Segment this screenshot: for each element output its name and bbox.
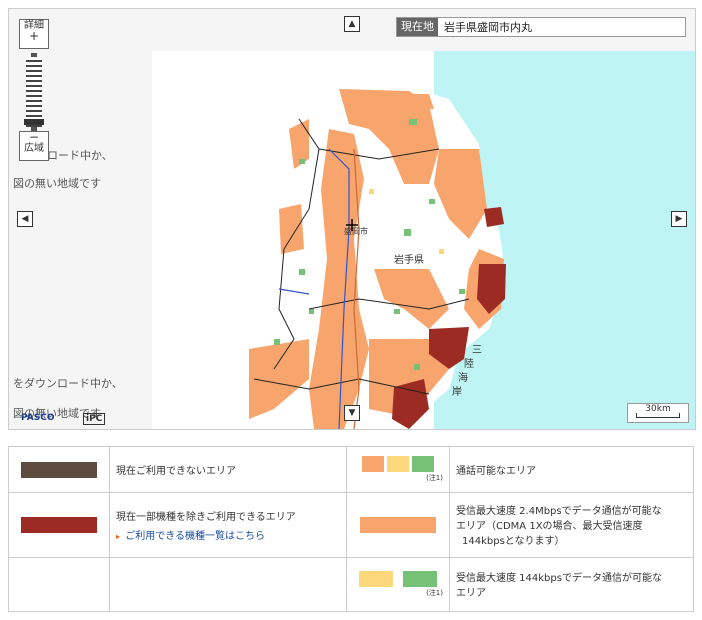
- zoom-in-button[interactable]: 詳細 +: [19, 19, 49, 49]
- legend-row-3: (注1) 受信最大速度 144kbpsでデータ通信が可能な エリア: [8, 556, 694, 613]
- note-2: (注1): [426, 588, 443, 597]
- nodata-text-2: 図の無い地域です: [13, 177, 101, 190]
- legend-swatch-cell: (注1): [346, 556, 450, 613]
- city-label: 盛岡市: [344, 227, 368, 236]
- triangle-up-icon: ▲: [348, 19, 356, 29]
- coast-label-3: 海: [458, 373, 468, 384]
- model-list-link-row[interactable]: ▸ ご利用できる機種一覧はこちら: [116, 527, 340, 542]
- legend-swatch-cell: [8, 492, 110, 558]
- ipc-logo: iPC: [83, 413, 106, 425]
- legend-swatch-cell: [346, 492, 450, 558]
- prefecture-label: 岩手県: [394, 255, 424, 266]
- scale-bar: [636, 413, 680, 418]
- zoom-out-button[interactable]: − 広域: [19, 131, 49, 161]
- map-view[interactable]: ロード中か、 図の無い地域です をダウンロード中か、 図の無い地域です 盛岡市 …: [8, 8, 696, 430]
- yellow-wide-swatch: [359, 570, 394, 587]
- legend-24mbps-text-3: 144kbpsとなります）: [462, 536, 565, 548]
- legend-row-2: 現在一部機種を除きご利用できるエリア ▸ ご利用できる機種一覧はこちら 受信最大…: [8, 492, 694, 558]
- legend-label-cell: 現在一部機種を除きご利用できるエリア ▸ ご利用できる機種一覧はこちら: [109, 492, 347, 558]
- green-swatch: [412, 456, 435, 473]
- zoom-out-label: 広域: [24, 143, 44, 154]
- legend-label-cell: 現在ご利用できないエリア: [109, 445, 347, 494]
- orange-swatch: [361, 456, 384, 473]
- triangle-right-icon: ▶: [675, 214, 683, 224]
- nodata-text-1: ロード中か、: [47, 149, 113, 162]
- legend-table: 現在ご利用できないエリア (注1) 通話可能なエリア 現在一部機種を除きご利用で…: [8, 445, 694, 613]
- pan-left-button[interactable]: ◀: [17, 211, 33, 227]
- pan-up-button[interactable]: ▲: [344, 16, 360, 32]
- coast-label-1: 三: [472, 345, 482, 356]
- pasco-logo: PASCO: [21, 413, 55, 423]
- triangle-down-icon: ▼: [348, 408, 356, 418]
- legend-swatch-cell: [8, 445, 110, 494]
- legend-row-1: 現在ご利用できないエリア (注1) 通話可能なエリア: [8, 445, 694, 494]
- legend-label-cell: 受信最大速度 144kbpsでデータ通信が可能な エリア: [449, 556, 694, 613]
- plus-icon: +: [28, 29, 40, 43]
- green-wide-swatch: [402, 570, 437, 587]
- location-value: 岩手県盛岡市内丸: [444, 21, 532, 34]
- current-location-box: 現在地 岩手県盛岡市内丸: [396, 17, 686, 37]
- legend-partial-text: 現在一部機種を除きご利用できるエリア: [116, 511, 296, 523]
- legend-empty-cell: [8, 556, 110, 613]
- pan-down-button[interactable]: ▼: [344, 405, 360, 421]
- legend-144kbps-text-1: 受信最大速度 144kbpsでデータ通信が可能な: [456, 573, 662, 585]
- legend-call-text: 通話可能なエリア: [456, 466, 536, 478]
- note-1: (注1): [426, 474, 443, 483]
- nodata-text-3: をダウンロード中か、: [13, 377, 123, 390]
- map-canvas[interactable]: [9, 9, 695, 429]
- zoom-control: 詳細 + − 広域: [19, 19, 49, 169]
- legend-24mbps-text-2: エリア（CDMA 1Xの場合、最大受信速度: [456, 521, 643, 533]
- partial-swatch: [21, 516, 97, 533]
- zoom-slider-handle[interactable]: [24, 119, 44, 125]
- legend-empty-cell: [109, 556, 347, 613]
- model-list-link[interactable]: ご利用できる機種一覧はこちら: [125, 531, 265, 542]
- legend-swatch-cell: (注1): [346, 445, 450, 494]
- pan-right-button[interactable]: ▶: [671, 211, 687, 227]
- legend-24mbps-text-1: 受信最大速度 2.4Mbpsでデータ通信が可能な: [456, 506, 662, 518]
- legend-unavailable-text: 現在ご利用できないエリア: [116, 466, 236, 478]
- arrow-right-icon: ▸: [116, 531, 121, 541]
- zoom-slider-ticks: [26, 57, 42, 127]
- orange-wide-swatch: [360, 516, 436, 533]
- yellow-swatch: [387, 456, 409, 473]
- scale-indicator: 30km: [627, 403, 689, 423]
- legend-label-cell: 受信最大速度 2.4Mbpsでデータ通信が可能な エリア（CDMA 1Xの場合、…: [449, 492, 694, 558]
- location-label: 現在地: [397, 18, 438, 36]
- minus-icon: −: [28, 130, 40, 144]
- legend-144kbps-text-2: エリア: [456, 588, 486, 600]
- triangle-left-icon: ◀: [21, 214, 29, 224]
- coast-label-2: 陸: [464, 359, 474, 370]
- unavailable-swatch: [21, 461, 97, 478]
- legend-label-cell: 通話可能なエリア: [449, 445, 694, 494]
- coast-label-4: 岸: [452, 387, 462, 398]
